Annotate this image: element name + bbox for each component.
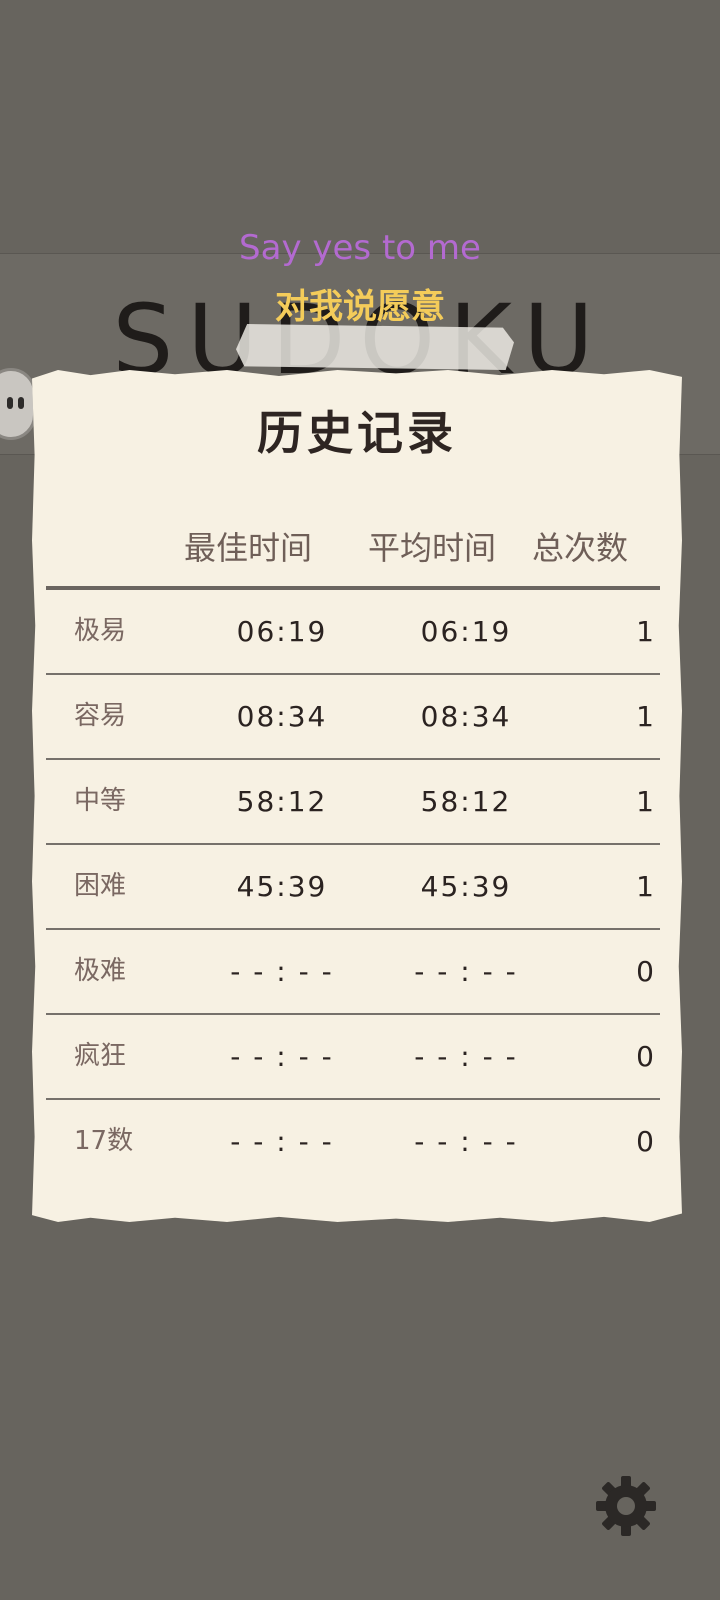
voice-assistant-icon[interactable] <box>0 368 36 440</box>
row-best-time: - - : - - <box>230 955 334 988</box>
row-average-time: 06:19 <box>420 615 512 648</box>
row-best-time: 08:34 <box>236 700 328 733</box>
row-count: 1 <box>636 870 654 903</box>
row-best-time: - - : - - <box>230 1125 334 1158</box>
row-count: 0 <box>636 1040 654 1073</box>
row-average-time: 58:12 <box>420 785 512 818</box>
row-best-time: 58:12 <box>236 785 328 818</box>
dialog-title: 历史记录 <box>257 406 457 460</box>
table-row: 极难 - - : - - - - : - - 0 <box>46 930 660 1015</box>
table-row: 极易 06:19 06:19 1 <box>46 590 660 675</box>
table-row: 困难 45:39 45:39 1 <box>46 845 660 930</box>
column-header-average-time: 平均时间 <box>367 529 496 567</box>
row-level: 极易 <box>74 616 127 646</box>
row-count: 0 <box>636 1125 654 1158</box>
lyric-english-line: Say yes to me <box>239 228 481 268</box>
gear-icon[interactable] <box>594 1474 658 1538</box>
row-count: 1 <box>636 700 654 733</box>
history-dialog: 历史记录 最佳时间 平均时间 总次数 极易 06:19 06:19 1 容易 0… <box>32 370 682 1222</box>
history-table: 极易 06:19 06:19 1 容易 08:34 08:34 1 中等 58:… <box>46 590 660 1185</box>
row-count: 1 <box>636 785 654 818</box>
row-best-time: 06:19 <box>236 615 328 648</box>
row-average-time: - - : - - <box>414 1125 518 1158</box>
row-best-time: - - : - - <box>230 1040 334 1073</box>
column-header-total-count: 总次数 <box>532 529 629 567</box>
table-row: 17数 - - : - - - - : - - 0 <box>46 1100 660 1185</box>
row-count: 1 <box>636 615 654 648</box>
tape-decoration-top <box>236 324 514 370</box>
row-average-time: - - : - - <box>414 1040 518 1073</box>
row-level: 疯狂 <box>74 1041 127 1071</box>
row-average-time: 45:39 <box>420 870 512 903</box>
lyric-chinese-line: 对我说愿意 <box>275 287 445 327</box>
row-level: 17数 <box>74 1126 134 1156</box>
row-count: 0 <box>636 955 654 988</box>
table-row: 中等 58:12 58:12 1 <box>46 760 660 845</box>
table-row: 容易 08:34 08:34 1 <box>46 675 660 760</box>
row-level: 困难 <box>74 871 127 901</box>
row-average-time: 08:34 <box>420 700 512 733</box>
row-level: 中等 <box>74 786 127 816</box>
pill-dot-left <box>7 397 13 409</box>
row-average-time: - - : - - <box>414 955 518 988</box>
table-row: 疯狂 - - : - - - - : - - 0 <box>46 1015 660 1100</box>
row-level: 极难 <box>74 956 127 986</box>
pill-dot-right <box>18 397 24 409</box>
row-best-time: 45:39 <box>236 870 328 903</box>
row-level: 容易 <box>74 701 127 731</box>
column-header-best-time: 最佳时间 <box>183 529 312 567</box>
